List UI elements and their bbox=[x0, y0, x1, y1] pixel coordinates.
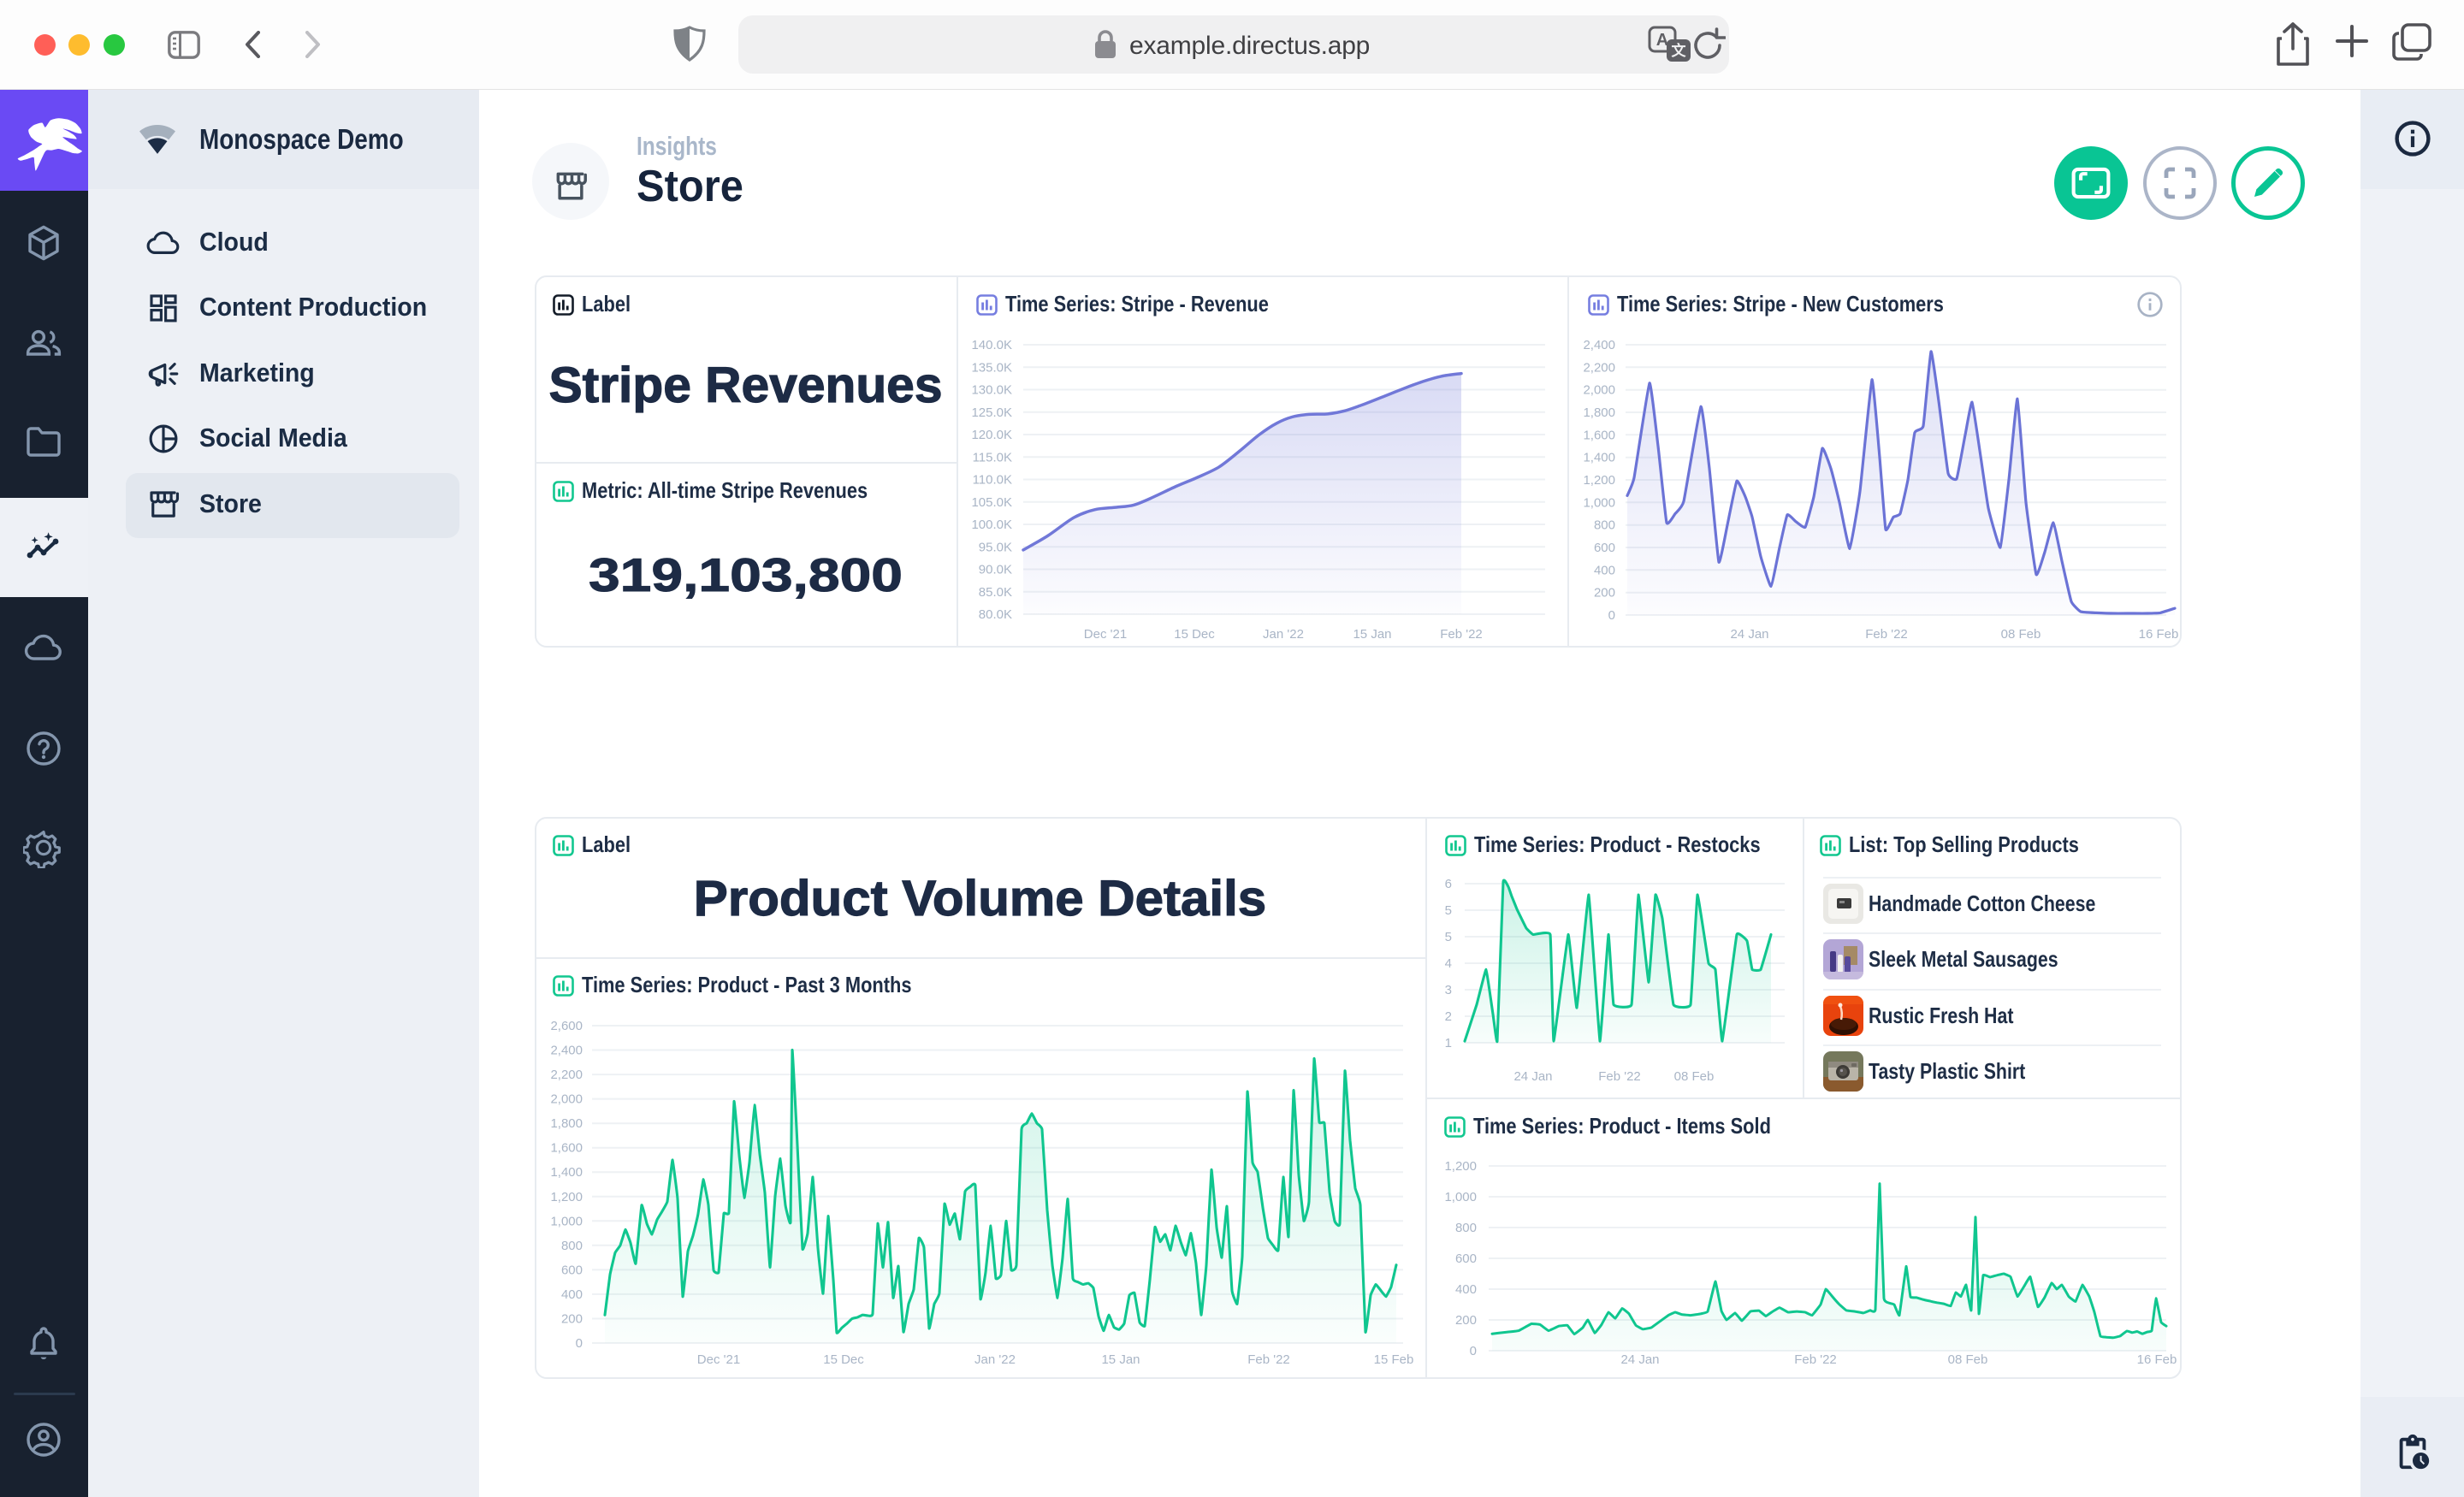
svg-text:135.0K: 135.0K bbox=[971, 360, 1012, 375]
svg-text:08 Feb: 08 Feb bbox=[1948, 1352, 1988, 1367]
svg-text:2,000: 2,000 bbox=[1583, 383, 1615, 398]
svg-text:24 Jan: 24 Jan bbox=[1730, 627, 1768, 642]
svg-text:Feb '22: Feb '22 bbox=[1598, 1069, 1641, 1084]
svg-text:95.0K: 95.0K bbox=[979, 540, 1012, 554]
svg-text:1,400: 1,400 bbox=[550, 1165, 583, 1180]
svg-text:600: 600 bbox=[1594, 541, 1615, 555]
svg-text:24 Jan: 24 Jan bbox=[1620, 1352, 1659, 1367]
svg-text:24 Jan: 24 Jan bbox=[1513, 1069, 1552, 1084]
svg-text:600: 600 bbox=[1455, 1251, 1477, 1266]
svg-text:16 Feb: 16 Feb bbox=[2139, 627, 2179, 642]
svg-text:Dec '21: Dec '21 bbox=[1084, 627, 1127, 642]
svg-text:1,200: 1,200 bbox=[550, 1190, 583, 1204]
svg-text:130.0K: 130.0K bbox=[971, 383, 1012, 398]
svg-text:115.0K: 115.0K bbox=[973, 450, 1012, 464]
svg-text:3: 3 bbox=[1445, 983, 1452, 997]
svg-text:100.0K: 100.0K bbox=[971, 518, 1012, 532]
svg-text:85.0K: 85.0K bbox=[979, 585, 1012, 600]
svg-text:2,200: 2,200 bbox=[1583, 360, 1615, 375]
svg-text:2: 2 bbox=[1445, 1009, 1452, 1024]
svg-text:08 Feb: 08 Feb bbox=[2001, 627, 2041, 642]
svg-text:15 Dec: 15 Dec bbox=[1174, 627, 1215, 642]
svg-text:2,200: 2,200 bbox=[550, 1068, 583, 1082]
svg-text:16 Feb: 16 Feb bbox=[2137, 1352, 2177, 1367]
svg-text:15 Jan: 15 Jan bbox=[1101, 1352, 1140, 1367]
svg-text:Jan '22: Jan '22 bbox=[974, 1352, 1016, 1367]
svg-text:文: 文 bbox=[1672, 42, 1687, 59]
svg-text:600: 600 bbox=[561, 1263, 583, 1277]
svg-text:1,200: 1,200 bbox=[1583, 473, 1615, 488]
svg-text:2,400: 2,400 bbox=[1583, 338, 1615, 352]
svg-text:90.0K: 90.0K bbox=[979, 563, 1012, 577]
svg-text:1,000: 1,000 bbox=[550, 1214, 583, 1228]
svg-text:1,600: 1,600 bbox=[550, 1141, 583, 1156]
svg-text:Jan '22: Jan '22 bbox=[1263, 627, 1304, 642]
svg-text:140.0K: 140.0K bbox=[971, 338, 1012, 352]
svg-text:0: 0 bbox=[1470, 1344, 1477, 1358]
svg-text:15 Feb: 15 Feb bbox=[1374, 1352, 1414, 1367]
svg-text:Feb '22: Feb '22 bbox=[1794, 1352, 1837, 1367]
svg-text:800: 800 bbox=[1594, 518, 1615, 533]
svg-text:15 Dec: 15 Dec bbox=[823, 1352, 864, 1367]
svg-text:Dec '21: Dec '21 bbox=[697, 1352, 740, 1367]
svg-text:Feb '22: Feb '22 bbox=[1247, 1352, 1290, 1367]
svg-text:1,200: 1,200 bbox=[1444, 1159, 1477, 1174]
svg-text:200: 200 bbox=[561, 1312, 583, 1327]
svg-text:800: 800 bbox=[561, 1239, 583, 1253]
svg-text:2,000: 2,000 bbox=[550, 1092, 583, 1107]
svg-text:1,000: 1,000 bbox=[1444, 1190, 1477, 1204]
svg-text:1: 1 bbox=[1445, 1036, 1452, 1050]
svg-text:200: 200 bbox=[1594, 586, 1615, 601]
svg-text:0: 0 bbox=[576, 1336, 583, 1351]
svg-text:1,800: 1,800 bbox=[1583, 405, 1615, 420]
svg-text:80.0K: 80.0K bbox=[979, 607, 1012, 622]
svg-text:105.0K: 105.0K bbox=[971, 495, 1012, 510]
svg-text:15 Jan: 15 Jan bbox=[1353, 627, 1391, 642]
svg-text:2,400: 2,400 bbox=[550, 1044, 583, 1058]
svg-text:400: 400 bbox=[1455, 1282, 1477, 1297]
svg-text:Feb '22: Feb '22 bbox=[1440, 627, 1483, 642]
svg-text:1,800: 1,800 bbox=[550, 1116, 583, 1131]
svg-text:400: 400 bbox=[561, 1287, 583, 1302]
svg-text:120.0K: 120.0K bbox=[971, 428, 1012, 442]
svg-text:1,000: 1,000 bbox=[1583, 495, 1615, 510]
svg-text:5: 5 bbox=[1445, 903, 1452, 918]
svg-text:110.0K: 110.0K bbox=[973, 473, 1012, 488]
svg-text:400: 400 bbox=[1594, 563, 1615, 577]
svg-text:08 Feb: 08 Feb bbox=[1674, 1069, 1715, 1084]
svg-text:Feb '22: Feb '22 bbox=[1865, 627, 1908, 642]
svg-text:0: 0 bbox=[1608, 608, 1615, 623]
svg-text:4: 4 bbox=[1445, 956, 1452, 971]
svg-text:6: 6 bbox=[1445, 877, 1452, 891]
svg-text:125.0K: 125.0K bbox=[971, 405, 1012, 420]
svg-text:800: 800 bbox=[1455, 1221, 1477, 1235]
svg-text:2,600: 2,600 bbox=[550, 1019, 583, 1033]
svg-text:1,400: 1,400 bbox=[1583, 451, 1615, 465]
svg-text:1,600: 1,600 bbox=[1583, 428, 1615, 442]
svg-text:5: 5 bbox=[1445, 930, 1452, 944]
svg-text:200: 200 bbox=[1455, 1313, 1477, 1328]
